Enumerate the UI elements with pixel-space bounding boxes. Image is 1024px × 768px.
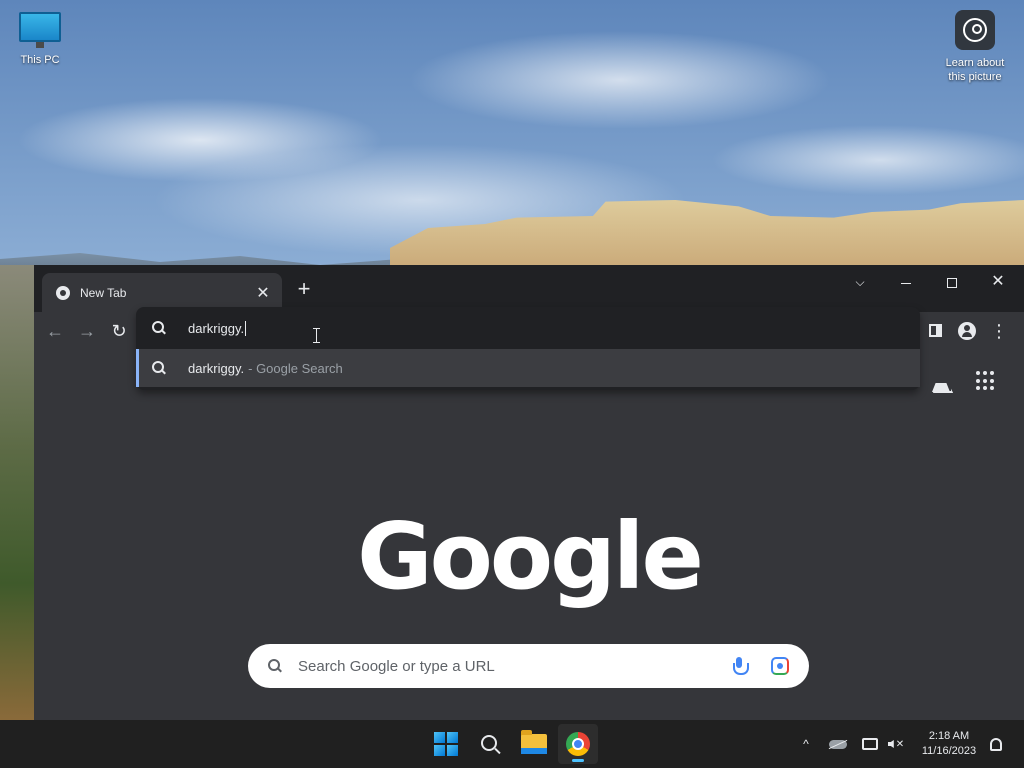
maximize-button[interactable] xyxy=(932,269,972,295)
google-apps-icon[interactable] xyxy=(976,371,996,391)
search-placeholder: Search Google or type a URL xyxy=(298,657,495,675)
monitor-icon xyxy=(19,12,61,48)
profile-icon xyxy=(958,321,976,340)
show-hidden-icons-button[interactable]: ^ xyxy=(796,720,816,768)
onedrive-icon[interactable] xyxy=(826,720,850,768)
suggestion-query: darkriggy. xyxy=(188,360,245,376)
tab-close-icon[interactable]: ✕ xyxy=(254,283,272,303)
start-button[interactable] xyxy=(426,724,466,764)
network-icon[interactable] xyxy=(858,720,882,768)
close-window-button[interactable]: ✕ xyxy=(978,269,1018,295)
side-panel-icon xyxy=(928,324,942,338)
clock[interactable]: 2:18 AM 11/16/2023 xyxy=(914,720,984,768)
notifications-icon[interactable] xyxy=(986,720,1006,768)
tab-title: New Tab xyxy=(80,285,127,300)
microphone-icon[interactable] xyxy=(733,657,749,675)
side-panel-button[interactable] xyxy=(922,318,948,344)
desktop-icon-label: Learn about this picture xyxy=(945,57,1005,83)
search-icon xyxy=(481,735,499,753)
volume-muted-icon[interactable]: ✕ xyxy=(884,720,908,768)
taskbar: ^ ✕ 2:18 AM 11/16/2023 xyxy=(0,720,1024,768)
tab-search-button[interactable]: ⌵ xyxy=(840,269,880,295)
clock-time: 2:18 AM xyxy=(928,730,970,742)
desktop-icon-learn-about-picture[interactable]: Learn about this picture xyxy=(938,10,1012,84)
chrome-icon xyxy=(56,285,70,300)
wallpaper-cliff xyxy=(0,265,36,720)
search-icon xyxy=(152,361,166,375)
omnibox-text: darkriggy. xyxy=(188,320,245,336)
ntp-search-box[interactable]: Search Google or type a URL xyxy=(248,644,809,688)
menu-button[interactable]: ⋮ xyxy=(986,318,1012,344)
camera-icon xyxy=(955,10,995,50)
windows-icon xyxy=(434,732,458,756)
omnibox-input[interactable]: darkriggy. xyxy=(136,307,920,349)
chrome-window: New Tab ✕ + ⌵ ✕ ← → ↻ ⋮ darkriggy. darkr… xyxy=(34,265,1024,720)
back-button[interactable]: ← xyxy=(42,318,68,344)
minimize-icon xyxy=(901,282,911,284)
folder-icon xyxy=(521,730,547,754)
clock-date: 11/16/2023 xyxy=(921,745,977,757)
google-logo: Google xyxy=(357,503,704,610)
file-explorer-button[interactable] xyxy=(514,724,554,764)
omnibox-dropdown: darkriggy. darkriggy. - Google Search xyxy=(136,307,920,390)
maximize-icon xyxy=(947,278,957,289)
forward-button[interactable]: → xyxy=(74,318,100,344)
reload-button[interactable]: ↻ xyxy=(106,318,132,344)
profile-button[interactable] xyxy=(954,318,980,344)
desktop-icon-this-pc[interactable]: This PC xyxy=(10,10,70,66)
text-cursor-icon xyxy=(313,328,320,343)
new-tab-button[interactable]: + xyxy=(292,277,316,301)
chrome-taskbar-button[interactable] xyxy=(558,724,598,764)
suggestion-suffix: - Google Search xyxy=(248,360,343,376)
text-caret xyxy=(245,320,247,336)
omnibox-suggestion[interactable]: darkriggy. - Google Search xyxy=(136,349,920,387)
chrome-icon xyxy=(566,732,590,756)
tab-strip: New Tab ✕ + ⌵ ✕ xyxy=(34,265,1024,312)
search-icon xyxy=(268,659,282,673)
search-icon xyxy=(152,321,166,335)
minimize-button[interactable] xyxy=(886,269,926,295)
desktop-icon-label: This PC xyxy=(20,54,60,66)
google-lens-icon[interactable] xyxy=(771,657,789,675)
taskbar-search-button[interactable] xyxy=(470,724,510,764)
labs-icon[interactable] xyxy=(928,369,954,395)
